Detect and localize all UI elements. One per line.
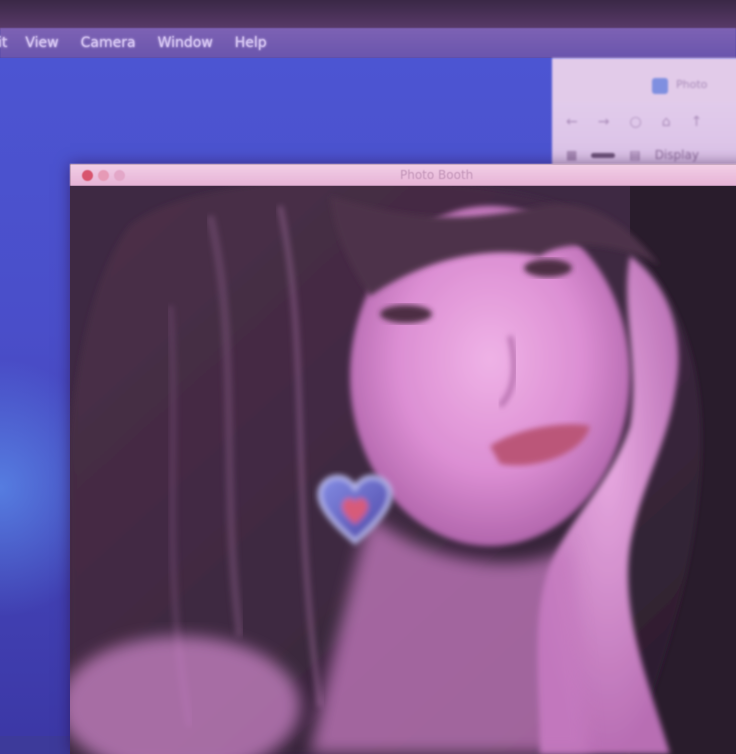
menu-help[interactable]: Help <box>235 35 267 51</box>
window-title: Photo Booth <box>400 168 474 182</box>
finder-nav: ← → ○ ⌂ ↑ <box>566 114 702 130</box>
camera-preview-image <box>70 186 736 754</box>
share-icon[interactable]: ↑ <box>691 114 703 130</box>
menu-window[interactable]: Window <box>158 35 213 51</box>
menu-camera[interactable]: Camera <box>81 35 136 51</box>
close-icon[interactable] <box>82 170 93 181</box>
finder-tab-row: Photo <box>552 58 736 102</box>
size-slider[interactable] <box>591 152 616 158</box>
zoom-icon[interactable] <box>114 170 125 181</box>
display-icon[interactable]: ▤ <box>629 148 640 162</box>
forward-icon[interactable]: → <box>598 114 610 130</box>
stop-icon[interactable]: ○ <box>629 114 641 130</box>
back-icon[interactable]: ← <box>566 114 578 130</box>
folder-icon <box>652 78 668 94</box>
photo-booth-window[interactable]: Photo Booth <box>70 164 736 754</box>
home-icon[interactable]: ⌂ <box>662 114 671 130</box>
minimize-icon[interactable] <box>98 170 109 181</box>
screen-bezel <box>0 0 736 30</box>
finder-tab-title[interactable]: Photo <box>676 78 707 91</box>
menu-view[interactable]: View <box>25 35 58 51</box>
finder-toolbar-label[interactable]: Display <box>655 148 699 162</box>
menu-bar: it View Camera Window Help <box>0 28 736 58</box>
camera-preview <box>70 186 736 754</box>
window-titlebar[interactable]: Photo Booth <box>70 164 736 186</box>
finder-toolbar: ▦ ▤ Display <box>566 148 699 162</box>
grid-icon[interactable]: ▦ <box>566 148 577 162</box>
menu-edit[interactable]: it <box>0 35 7 51</box>
finder-window[interactable]: Photo ← → ○ ⌂ ↑ ▦ ▤ Display <box>552 58 736 180</box>
